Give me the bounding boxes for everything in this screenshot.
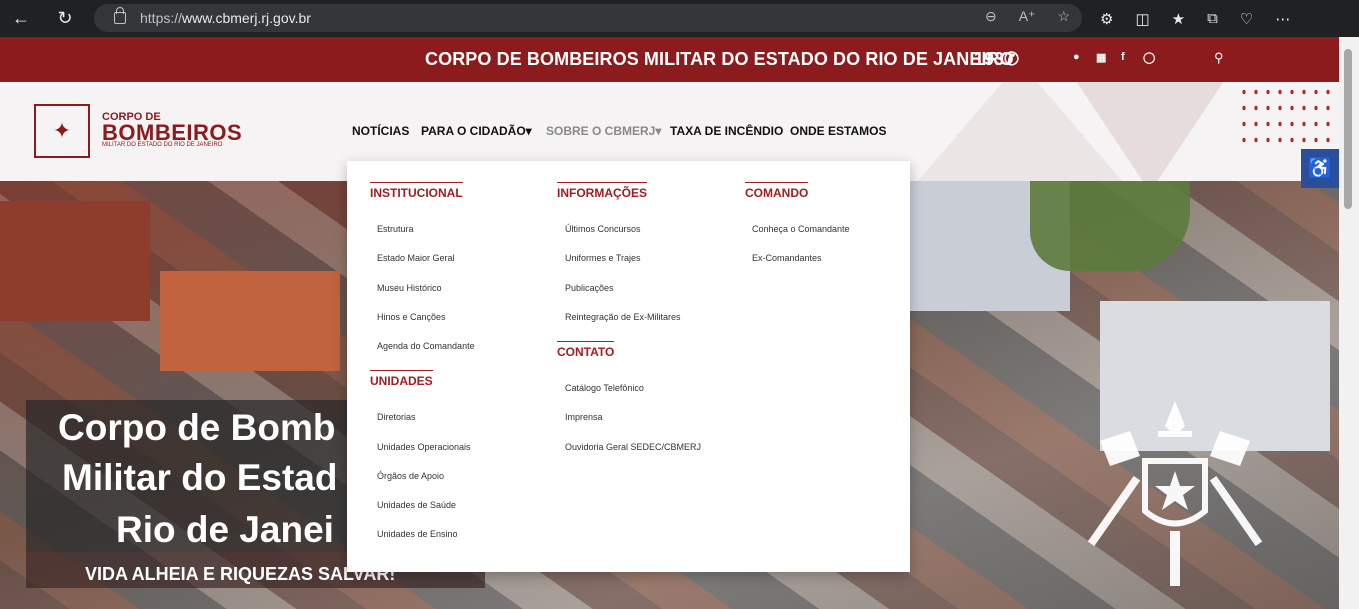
refresh-icon[interactable]: ↻ [48,1,82,35]
extensions-icon[interactable]: ⚙ [1100,10,1113,28]
header-decoration [1050,82,1250,181]
dot-pattern [1238,84,1338,144]
site-title: CORPO DE BOMBEIROS MILITAR DO ESTADO DO … [425,49,1014,69]
zoom-icon[interactable]: ⊖ [985,8,997,25]
menu-item-unidades-de-saude[interactable]: Unidades de Saúde [377,500,456,510]
nav-sobre-o-cbmerj[interactable]: SOBRE O CBMERJ▾ [546,124,661,138]
url-host: www.cbmerj.rj.gov.br [182,10,311,26]
menu-item-estado-maior-geral[interactable]: Estado Maior Geral [377,253,455,263]
caret-down-icon: ▾ [655,124,662,138]
heading-contato: CONTATO [557,341,615,359]
nav-label: SOBRE O CBMERJ [546,124,656,138]
nav-label: PARA O CIDADÃO [421,124,526,138]
phone-icon: ✆ [1004,49,1020,69]
menu-item-unidades-de-ensino[interactable]: Unidades de Ensino [377,529,458,539]
fire-department-emblem-icon [1087,401,1263,586]
menu-item-uniformes-e-trajes[interactable]: Uniformes e Trajes [565,253,641,263]
address-bar[interactable]: https://www.cbmerj.rj.gov.br ⊖ A⁺ ☆ [94,4,1082,32]
nav-noticias[interactable]: NOTÍCIAS [352,124,409,138]
instagram-icon[interactable]: ◯ [1143,51,1155,64]
menu-item-imprensa[interactable]: Imprensa [565,412,603,422]
favorite-star-icon[interactable]: ☆ [1057,8,1070,25]
heading-comando: COMANDO [745,182,809,200]
menu-item-agenda-do-comandante[interactable]: Agenda do Comandante [377,341,475,351]
page-scrollbar[interactable] [1339,37,1359,609]
hero-building [160,271,340,371]
more-menu-icon[interactable]: ⋯ [1275,10,1290,28]
nav-onde-estamos[interactable]: ONDE ESTAMOS [790,124,886,138]
menu-item-catalogo-telefonico[interactable]: Catálogo Telefônico [565,383,644,393]
favorites-icon[interactable]: ★ [1172,10,1185,28]
lock-icon [114,7,126,24]
hero-title-line3: Rio de Janei [116,509,334,550]
heading-unidades: UNIDADES [370,370,433,388]
url-scheme: https:// [140,10,183,26]
hero-title-line2: Militar do Estad [62,457,338,498]
emergency-phone[interactable]: 193✆ [974,49,1019,70]
phone-number: 193 [974,49,1005,69]
cbmerj-logo-icon[interactable]: ✦ [34,104,90,158]
hero-title-line1: Corpo de Bomb [58,407,336,448]
sobre-dropdown-menu: INSTITUCIONAL Estrutura Estado Maior Ger… [347,161,910,572]
hero-building [0,201,150,321]
browser-essentials-icon[interactable]: ♡ [1240,10,1253,28]
menu-item-unidades-operacionais[interactable]: Unidades Operacionais [377,442,471,452]
menu-item-ouvidoria-geral[interactable]: Ouvidoria Geral SEDEC/CBMERJ [565,442,701,452]
menu-item-conheca-o-comandante[interactable]: Conheça o Comandante [752,224,850,234]
split-screen-icon[interactable]: ◫ [1135,10,1149,28]
read-aloud-icon[interactable]: A⁺ [1019,8,1036,25]
menu-item-ex-comandantes[interactable]: Ex-Comandantes [752,253,822,263]
caret-down-icon: ▾ [525,124,532,138]
nav-para-o-cidadao[interactable]: PARA O CIDADÃO▾ [421,124,532,138]
menu-item-diretorias[interactable]: Diretorias [377,412,416,422]
top-bar: CORPO DE BOMBEIROS MILITAR DO ESTADO DO … [0,37,1339,82]
menu-item-ultimos-concursos[interactable]: Últimos Concursos [565,224,641,234]
menu-item-hinos-e-cancoes[interactable]: Hinos e Canções [377,312,446,322]
menu-item-museu-historico[interactable]: Museu Histórico [377,283,442,293]
menu-item-publicacoes[interactable]: Publicações [565,283,614,293]
calendar-icon[interactable]: ▦ [1096,51,1106,64]
back-icon[interactable]: ← [4,1,38,35]
scrollbar-thumb[interactable] [1344,49,1352,209]
menu-item-orgaos-de-apoio[interactable]: Órgãos de Apoio [377,471,444,481]
heading-informacoes: INFORMAÇÕES [557,182,647,200]
accessibility-icon[interactable]: ♿ [1301,149,1339,188]
menu-item-estrutura[interactable]: Estrutura [377,224,414,234]
user-icon[interactable]: ● [1073,51,1080,63]
hero-trees [1030,181,1190,271]
heading-institucional: INSTITUCIONAL [370,182,463,200]
menu-item-reintegracao[interactable]: Reintegração de Ex-Militares [565,312,681,322]
browser-toolbar: ← ↻ https://www.cbmerj.rj.gov.br ⊖ A⁺ ☆ … [0,0,1359,37]
collections-icon[interactable]: ⧉ [1207,10,1218,27]
nav-taxa-de-incendio[interactable]: TAXA DE INCÊNDIO [670,124,783,138]
search-icon[interactable]: ⚲ [1214,50,1224,66]
logo-line3: MILITAR DO ESTADO DO RIO DE JANEIRO [102,142,223,148]
facebook-icon[interactable]: f [1121,51,1125,63]
